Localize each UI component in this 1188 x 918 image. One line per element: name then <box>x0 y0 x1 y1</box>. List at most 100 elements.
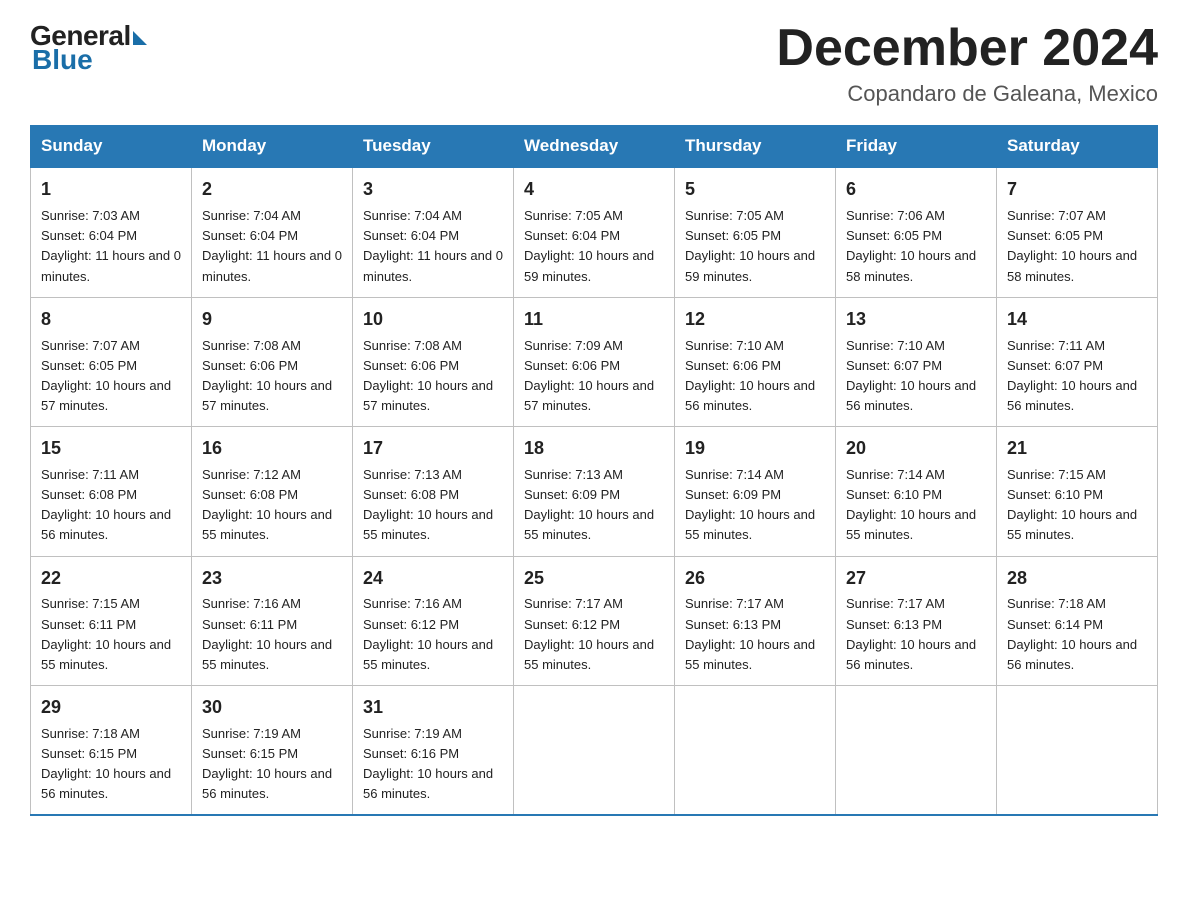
logo-arrow-icon <box>133 31 147 45</box>
day-info: Sunrise: 7:16 AMSunset: 6:11 PMDaylight:… <box>202 596 332 671</box>
day-number: 11 <box>524 306 664 334</box>
day-number: 16 <box>202 435 342 463</box>
day-info: Sunrise: 7:17 AMSunset: 6:13 PMDaylight:… <box>685 596 815 671</box>
day-number: 22 <box>41 565 181 593</box>
day-info: Sunrise: 7:10 AMSunset: 6:06 PMDaylight:… <box>685 338 815 413</box>
calendar-cell: 30 Sunrise: 7:19 AMSunset: 6:15 PMDaylig… <box>192 686 353 816</box>
day-info: Sunrise: 7:04 AMSunset: 6:04 PMDaylight:… <box>363 208 503 283</box>
day-number: 10 <box>363 306 503 334</box>
day-info: Sunrise: 7:13 AMSunset: 6:08 PMDaylight:… <box>363 467 493 542</box>
calendar-cell: 6 Sunrise: 7:06 AMSunset: 6:05 PMDayligh… <box>836 167 997 297</box>
calendar-week-row: 29 Sunrise: 7:18 AMSunset: 6:15 PMDaylig… <box>31 686 1158 816</box>
day-info: Sunrise: 7:10 AMSunset: 6:07 PMDaylight:… <box>846 338 976 413</box>
day-number: 20 <box>846 435 986 463</box>
calendar-cell: 10 Sunrise: 7:08 AMSunset: 6:06 PMDaylig… <box>353 297 514 426</box>
title-block: December 2024 Copandaro de Galeana, Mexi… <box>776 20 1158 107</box>
calendar-week-row: 15 Sunrise: 7:11 AMSunset: 6:08 PMDaylig… <box>31 427 1158 556</box>
calendar-cell: 3 Sunrise: 7:04 AMSunset: 6:04 PMDayligh… <box>353 167 514 297</box>
day-number: 19 <box>685 435 825 463</box>
day-info: Sunrise: 7:07 AMSunset: 6:05 PMDaylight:… <box>41 338 171 413</box>
day-number: 26 <box>685 565 825 593</box>
calendar-week-row: 8 Sunrise: 7:07 AMSunset: 6:05 PMDayligh… <box>31 297 1158 426</box>
day-info: Sunrise: 7:13 AMSunset: 6:09 PMDaylight:… <box>524 467 654 542</box>
day-number: 3 <box>363 176 503 204</box>
header-saturday: Saturday <box>997 126 1158 168</box>
day-info: Sunrise: 7:16 AMSunset: 6:12 PMDaylight:… <box>363 596 493 671</box>
day-info: Sunrise: 7:18 AMSunset: 6:15 PMDaylight:… <box>41 726 171 801</box>
calendar-header-row: SundayMondayTuesdayWednesdayThursdayFrid… <box>31 126 1158 168</box>
day-info: Sunrise: 7:06 AMSunset: 6:05 PMDaylight:… <box>846 208 976 283</box>
calendar-cell <box>997 686 1158 816</box>
day-info: Sunrise: 7:08 AMSunset: 6:06 PMDaylight:… <box>202 338 332 413</box>
calendar-cell: 22 Sunrise: 7:15 AMSunset: 6:11 PMDaylig… <box>31 556 192 685</box>
calendar-cell: 19 Sunrise: 7:14 AMSunset: 6:09 PMDaylig… <box>675 427 836 556</box>
day-number: 21 <box>1007 435 1147 463</box>
calendar-cell <box>836 686 997 816</box>
day-info: Sunrise: 7:08 AMSunset: 6:06 PMDaylight:… <box>363 338 493 413</box>
calendar-cell: 11 Sunrise: 7:09 AMSunset: 6:06 PMDaylig… <box>514 297 675 426</box>
day-number: 17 <box>363 435 503 463</box>
day-number: 24 <box>363 565 503 593</box>
calendar-cell: 18 Sunrise: 7:13 AMSunset: 6:09 PMDaylig… <box>514 427 675 556</box>
day-number: 31 <box>363 694 503 722</box>
header-thursday: Thursday <box>675 126 836 168</box>
calendar-cell: 7 Sunrise: 7:07 AMSunset: 6:05 PMDayligh… <box>997 167 1158 297</box>
calendar-cell: 17 Sunrise: 7:13 AMSunset: 6:08 PMDaylig… <box>353 427 514 556</box>
day-number: 12 <box>685 306 825 334</box>
calendar-cell: 26 Sunrise: 7:17 AMSunset: 6:13 PMDaylig… <box>675 556 836 685</box>
calendar-cell: 5 Sunrise: 7:05 AMSunset: 6:05 PMDayligh… <box>675 167 836 297</box>
day-number: 29 <box>41 694 181 722</box>
header-wednesday: Wednesday <box>514 126 675 168</box>
calendar-cell: 21 Sunrise: 7:15 AMSunset: 6:10 PMDaylig… <box>997 427 1158 556</box>
day-number: 8 <box>41 306 181 334</box>
calendar-cell: 16 Sunrise: 7:12 AMSunset: 6:08 PMDaylig… <box>192 427 353 556</box>
calendar-cell: 29 Sunrise: 7:18 AMSunset: 6:15 PMDaylig… <box>31 686 192 816</box>
location-text: Copandaro de Galeana, Mexico <box>776 81 1158 107</box>
day-info: Sunrise: 7:07 AMSunset: 6:05 PMDaylight:… <box>1007 208 1137 283</box>
day-info: Sunrise: 7:15 AMSunset: 6:10 PMDaylight:… <box>1007 467 1137 542</box>
day-info: Sunrise: 7:19 AMSunset: 6:16 PMDaylight:… <box>363 726 493 801</box>
day-info: Sunrise: 7:04 AMSunset: 6:04 PMDaylight:… <box>202 208 342 283</box>
calendar-table: SundayMondayTuesdayWednesdayThursdayFrid… <box>30 125 1158 816</box>
day-info: Sunrise: 7:03 AMSunset: 6:04 PMDaylight:… <box>41 208 181 283</box>
day-info: Sunrise: 7:11 AMSunset: 6:08 PMDaylight:… <box>41 467 171 542</box>
calendar-cell: 24 Sunrise: 7:16 AMSunset: 6:12 PMDaylig… <box>353 556 514 685</box>
calendar-week-row: 1 Sunrise: 7:03 AMSunset: 6:04 PMDayligh… <box>31 167 1158 297</box>
calendar-cell <box>514 686 675 816</box>
calendar-cell: 4 Sunrise: 7:05 AMSunset: 6:04 PMDayligh… <box>514 167 675 297</box>
logo: General Blue <box>30 20 147 76</box>
calendar-week-row: 22 Sunrise: 7:15 AMSunset: 6:11 PMDaylig… <box>31 556 1158 685</box>
day-number: 15 <box>41 435 181 463</box>
day-number: 13 <box>846 306 986 334</box>
day-info: Sunrise: 7:14 AMSunset: 6:10 PMDaylight:… <box>846 467 976 542</box>
calendar-cell: 14 Sunrise: 7:11 AMSunset: 6:07 PMDaylig… <box>997 297 1158 426</box>
header-friday: Friday <box>836 126 997 168</box>
day-number: 1 <box>41 176 181 204</box>
day-number: 23 <box>202 565 342 593</box>
day-number: 18 <box>524 435 664 463</box>
calendar-cell: 8 Sunrise: 7:07 AMSunset: 6:05 PMDayligh… <box>31 297 192 426</box>
calendar-cell: 13 Sunrise: 7:10 AMSunset: 6:07 PMDaylig… <box>836 297 997 426</box>
day-info: Sunrise: 7:19 AMSunset: 6:15 PMDaylight:… <box>202 726 332 801</box>
day-number: 27 <box>846 565 986 593</box>
day-number: 25 <box>524 565 664 593</box>
day-info: Sunrise: 7:09 AMSunset: 6:06 PMDaylight:… <box>524 338 654 413</box>
header-sunday: Sunday <box>31 126 192 168</box>
day-number: 14 <box>1007 306 1147 334</box>
day-info: Sunrise: 7:05 AMSunset: 6:04 PMDaylight:… <box>524 208 654 283</box>
calendar-cell <box>675 686 836 816</box>
logo-blue-text: Blue <box>32 44 93 75</box>
calendar-cell: 28 Sunrise: 7:18 AMSunset: 6:14 PMDaylig… <box>997 556 1158 685</box>
month-title: December 2024 <box>776 20 1158 77</box>
calendar-cell: 9 Sunrise: 7:08 AMSunset: 6:06 PMDayligh… <box>192 297 353 426</box>
calendar-cell: 27 Sunrise: 7:17 AMSunset: 6:13 PMDaylig… <box>836 556 997 685</box>
header-monday: Monday <box>192 126 353 168</box>
day-number: 7 <box>1007 176 1147 204</box>
day-info: Sunrise: 7:12 AMSunset: 6:08 PMDaylight:… <box>202 467 332 542</box>
day-info: Sunrise: 7:05 AMSunset: 6:05 PMDaylight:… <box>685 208 815 283</box>
day-info: Sunrise: 7:17 AMSunset: 6:13 PMDaylight:… <box>846 596 976 671</box>
calendar-cell: 23 Sunrise: 7:16 AMSunset: 6:11 PMDaylig… <box>192 556 353 685</box>
calendar-cell: 25 Sunrise: 7:17 AMSunset: 6:12 PMDaylig… <box>514 556 675 685</box>
day-number: 2 <box>202 176 342 204</box>
day-info: Sunrise: 7:11 AMSunset: 6:07 PMDaylight:… <box>1007 338 1137 413</box>
